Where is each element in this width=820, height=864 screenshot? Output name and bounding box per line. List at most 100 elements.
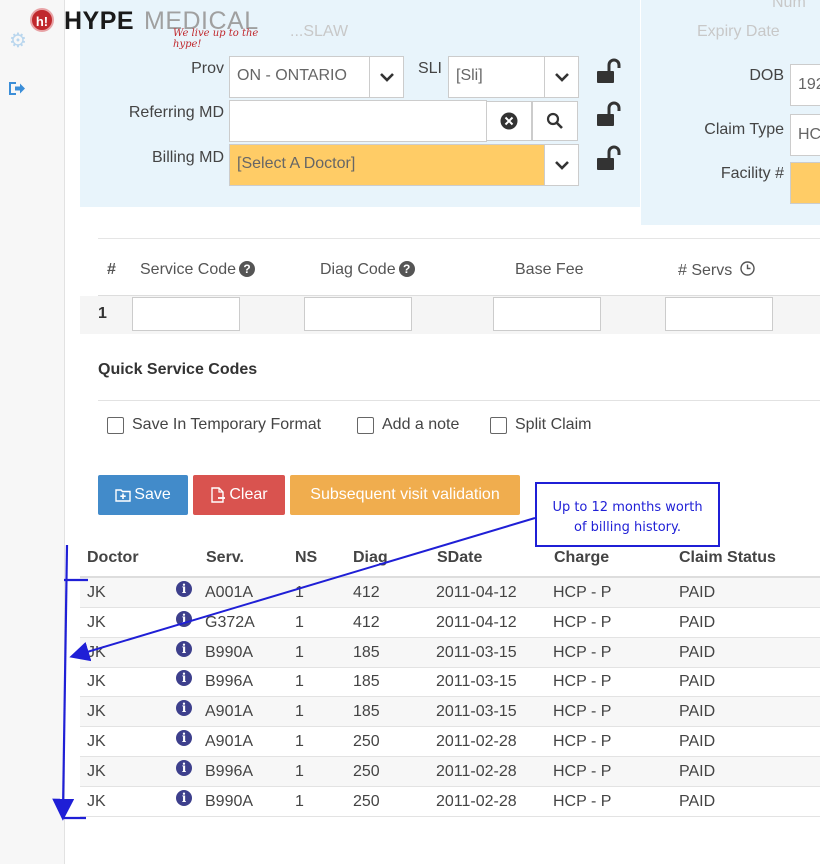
- diag-code-input[interactable]: [304, 297, 412, 331]
- history-row: JK B996A 1 250 2011-02-28 HCP - P PAID i: [80, 756, 820, 787]
- referring-md-input[interactable]: [229, 100, 487, 142]
- history-cell-claim-status: PAID: [679, 673, 716, 691]
- info-icon[interactable]: i: [176, 640, 192, 657]
- subsequent-visit-button[interactable]: Subsequent visit validation: [290, 475, 520, 515]
- history-cell-serv: B990A: [205, 792, 254, 810]
- prov-unlock-icon[interactable]: [595, 58, 623, 86]
- history-cell-ns: 1: [295, 703, 304, 721]
- referring-unlock-icon[interactable]: [595, 101, 623, 129]
- service-col-service-code: Service Code?: [140, 261, 256, 279]
- add-note-checkbox-box[interactable]: [357, 416, 374, 434]
- dob-value: 192: [798, 76, 820, 93]
- clear-referring-button[interactable]: [486, 101, 532, 141]
- history-cell-sdate: 2011-03-15: [436, 673, 517, 691]
- clear-circle-icon: [500, 112, 518, 130]
- history-col-serv: Serv.: [206, 549, 244, 566]
- save-icon: [115, 489, 131, 502]
- section-divider: [98, 400, 820, 401]
- history-cell-ns: 1: [295, 762, 304, 780]
- sli-chevron-down-icon[interactable]: [544, 57, 578, 97]
- history-row: JK A901A 1 185 2011-03-15 HCP - P PAID i: [80, 697, 820, 728]
- prov-label: Prov: [191, 60, 224, 77]
- claim-type-select[interactable]: HC: [790, 114, 820, 156]
- add-note-label: Add a note: [382, 416, 460, 433]
- info-icon[interactable]: i: [176, 789, 192, 806]
- annotation-callout: Up to 12 months worth of billing history…: [535, 482, 720, 547]
- add-note-checkbox[interactable]: Add a note: [357, 416, 459, 434]
- history-cell-charge: HCP - P: [553, 762, 612, 780]
- history-cell-sdate: 2011-02-28: [436, 733, 517, 750]
- info-icon[interactable]: i: [176, 581, 192, 597]
- save-button[interactable]: Save: [98, 475, 188, 515]
- service-code-help-icon[interactable]: ?: [239, 261, 256, 277]
- dob-input[interactable]: 192: [790, 64, 820, 106]
- billing-chevron-down-icon[interactable]: [544, 145, 578, 185]
- facility-input[interactable]: [790, 162, 820, 204]
- search-referring-button[interactable]: [532, 101, 578, 141]
- history-col-sdate: SDate: [437, 549, 483, 566]
- history-col-doctor: Doctor: [87, 549, 139, 566]
- history-cell-sdate: 2011-04-12: [436, 584, 517, 601]
- history-cell-claim-status: PAID: [679, 792, 716, 810]
- info-icon[interactable]: i: [176, 670, 192, 687]
- hype-medical-logo: h! HYPE MEDICAL We live up to the hype!: [30, 2, 280, 50]
- history-cell-charge: HCP - P: [553, 643, 612, 661]
- base-fee-input[interactable]: [493, 297, 601, 331]
- service-col-number: #: [107, 261, 116, 278]
- history-cell-doctor: JK: [87, 584, 106, 601]
- clear-button[interactable]: Clear: [193, 475, 285, 515]
- temp-format-label: Save In Temporary Format: [132, 416, 322, 433]
- history-col-claim-status: Claim Status: [679, 549, 776, 566]
- billing-md-value: [Select A Doctor]: [237, 155, 356, 172]
- history-cell-sdate: 2011-02-28: [436, 762, 517, 780]
- info-icon[interactable]: i: [176, 759, 192, 776]
- history-cell-claim-status: PAID: [679, 613, 716, 631]
- history-cell-serv: A901A: [205, 733, 254, 750]
- claim-type-value: HC: [798, 126, 820, 143]
- servs-input[interactable]: [665, 297, 773, 331]
- gear-icon[interactable]: ⚙: [9, 28, 27, 53]
- temp-format-checkbox-box[interactable]: [107, 416, 124, 434]
- quick-service-codes-title: Quick Service Codes: [98, 361, 258, 378]
- logo-hype-text: HYPE: [64, 7, 135, 35]
- history-row: JK B990A 1 250 2011-02-28 HCP - P PAID i: [80, 787, 820, 817]
- logout-icon[interactable]: [9, 81, 26, 101]
- history-cell-diag: 412: [353, 613, 380, 631]
- claim-type-label: Claim Type: [704, 121, 784, 138]
- history-cell-claim-status: PAID: [679, 584, 716, 601]
- ghost-name-text: ...SLAW: [290, 23, 349, 40]
- split-claim-checkbox-box[interactable]: [490, 416, 507, 434]
- prov-value: ON - ONTARIO: [237, 67, 347, 84]
- history-cell-doctor: JK: [87, 643, 106, 661]
- history-cell-doctor: JK: [87, 673, 106, 691]
- annotation-line-1: Up to 12 months worth: [552, 500, 703, 515]
- billing-unlock-icon[interactable]: [595, 145, 623, 173]
- history-cell-charge: HCP - P: [553, 613, 612, 631]
- logo-badge: h!: [30, 8, 54, 32]
- history-cell-sdate: 2011-03-15: [436, 703, 517, 721]
- temp-format-checkbox[interactable]: Save In Temporary Format: [107, 416, 321, 434]
- split-claim-checkbox[interactable]: Split Claim: [490, 416, 591, 434]
- service-code-input[interactable]: [132, 297, 240, 331]
- sli-label: SLI: [417, 60, 442, 77]
- history-cell-serv: B990A: [205, 643, 254, 661]
- diag-code-help-icon[interactable]: ?: [398, 261, 415, 277]
- billing-md-select[interactable]: [Select A Doctor]: [229, 144, 579, 186]
- history-row: JK G372A 1 412 2011-04-12 HCP - P PAID i: [80, 608, 820, 638]
- diag-code-header-text: Diag Code: [320, 261, 396, 278]
- clock-icon[interactable]: [740, 261, 755, 276]
- info-icon[interactable]: i: [176, 700, 192, 717]
- subsequent-visit-label: Subsequent visit validation: [310, 486, 500, 503]
- servs-header-text: # Servs: [678, 262, 733, 279]
- info-icon[interactable]: i: [176, 610, 192, 627]
- save-button-label: Save: [134, 486, 171, 503]
- history-cell-ns: 1: [295, 643, 304, 661]
- history-row: JK B996A 1 185 2011-03-15 HCP - P PAID i: [80, 667, 820, 698]
- history-cell-serv: B996A: [205, 762, 254, 780]
- history-cell-diag: 185: [353, 703, 380, 721]
- info-icon[interactable]: i: [176, 730, 192, 746]
- history-cell-sdate: 2011-02-28: [436, 792, 517, 810]
- history-cell-doctor: JK: [87, 613, 106, 631]
- prov-chevron-down-icon[interactable]: [369, 57, 403, 97]
- history-cell-claim-status: PAID: [679, 643, 716, 661]
